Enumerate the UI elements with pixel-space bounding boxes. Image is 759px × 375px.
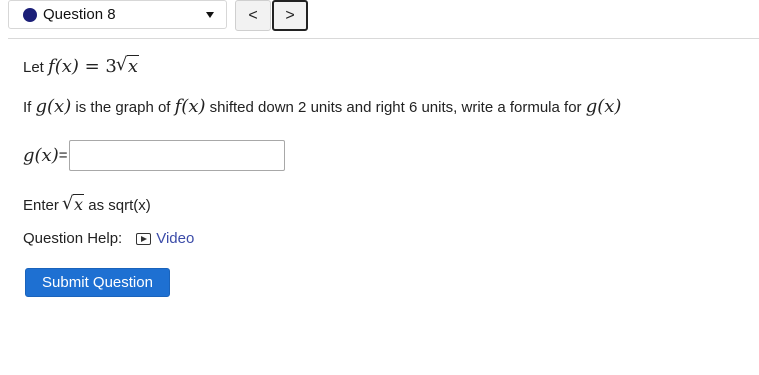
- video-link-label: Video: [156, 230, 195, 247]
- prompt-math-g: g(x): [35, 96, 72, 117]
- f-radicand: x: [126, 55, 140, 77]
- let-prefix: Let: [23, 59, 49, 76]
- hint-prefix: Enter: [23, 197, 64, 214]
- entry-hint: Enter x as sqrt(x): [23, 193, 151, 214]
- prompt-math-f: f(x): [174, 96, 206, 117]
- question-prompt: If g(x) is the graph of f(x) shifted dow…: [23, 96, 621, 117]
- answer-equals: =: [58, 147, 68, 164]
- hint-suffix: as sqrt(x): [84, 197, 151, 214]
- next-question-button[interactable]: >: [272, 0, 308, 31]
- question-status-icon: [23, 7, 37, 22]
- hint-radicand: x: [73, 194, 85, 214]
- previous-question-button[interactable]: <: [235, 0, 271, 31]
- f-equals: = 3: [78, 56, 117, 77]
- dropdown-caret-icon: [206, 12, 214, 18]
- sqrt-symbol: x: [116, 54, 140, 77]
- header-divider: [8, 38, 759, 39]
- f-lhs: f(x): [48, 56, 79, 77]
- video-help-link[interactable]: Video: [136, 230, 194, 247]
- answer-input[interactable]: [69, 140, 286, 171]
- prompt-text-3: shifted down 2 units and right 6 units, …: [205, 99, 586, 116]
- prompt-math-g2: g(x): [585, 96, 622, 117]
- question-selector[interactable]: Question 8: [8, 0, 227, 29]
- video-play-icon: [136, 232, 152, 245]
- question-nav-bar: Question 8 < >: [0, 0, 759, 40]
- function-definition: Let f(x) = 3 x: [23, 54, 140, 77]
- prompt-text-1: If: [23, 99, 36, 116]
- question-help-label: Question Help:: [23, 230, 123, 247]
- question-help-row: Question Help: Video: [23, 230, 194, 247]
- prompt-text-2: is the graph of: [71, 99, 175, 116]
- answer-row: g(x) =: [23, 140, 286, 171]
- submit-question-button[interactable]: Submit Question: [25, 268, 170, 297]
- question-selector-label: Question 8: [43, 6, 116, 23]
- hint-sqrt-symbol: x: [62, 193, 85, 214]
- answer-label: g(x): [23, 145, 59, 166]
